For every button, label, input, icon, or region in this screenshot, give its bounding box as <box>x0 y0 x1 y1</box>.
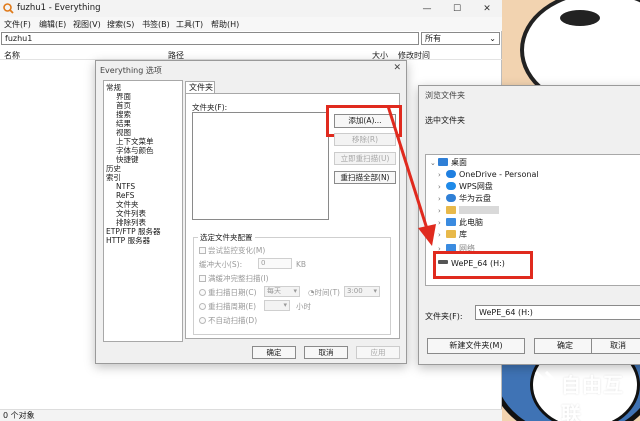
rescan-time-select[interactable]: 3:00 <box>344 286 380 297</box>
time-label: ◔时间(T) <box>308 288 340 297</box>
window-title: fuzhu1 - Everything <box>17 3 101 13</box>
menu-help[interactable]: 帮助(H) <box>211 19 239 30</box>
title-bar: fuzhu1 - Everything — ☐ ✕ <box>0 0 502 17</box>
rescan-period-select[interactable] <box>264 300 290 311</box>
tree-item-file-lists[interactable]: 文件列表 <box>116 209 146 218</box>
cloud-icon <box>446 194 456 202</box>
close-button[interactable]: ✕ <box>472 0 502 17</box>
options-tree[interactable]: 常规 界面 首页 搜索 结果 视图 上下文菜单 字体与颜色 快捷键 历史 索引 … <box>103 80 183 342</box>
buffer-size-label: 缓冲大小(S): <box>199 260 243 269</box>
tree-item-exclude[interactable]: 排除列表 <box>116 218 146 227</box>
menu-search[interactable]: 搜索(S) <box>107 19 134 30</box>
dialog-title: Everything 选项 <box>100 66 162 75</box>
menu-edit[interactable]: 编辑(E) <box>39 19 66 30</box>
cloud-icon <box>446 182 456 190</box>
filter-select[interactable]: 所有 ⌄ <box>421 32 500 45</box>
computer-icon <box>446 218 456 226</box>
buffer-size-input[interactable]: 0 <box>258 258 292 269</box>
no-auto-scan-radio[interactable]: 不自动扫描(D) <box>199 316 257 325</box>
new-folder-button[interactable]: 新建文件夹(M) <box>427 338 525 354</box>
tree-item-general[interactable]: 常规 <box>106 83 121 92</box>
tree-item-search[interactable]: 搜索 <box>116 110 131 119</box>
folder-list[interactable] <box>192 112 329 220</box>
watermark: 自由互联 <box>533 363 640 421</box>
folder-config-group: 选定文件夹配置 尝试监控变化(M) 缓冲大小(S): 0 KB 满缓冲完整扫描(… <box>193 232 391 335</box>
cancel-button[interactable]: 取消 <box>304 346 348 359</box>
chevron-down-icon: ⌄ <box>489 34 496 43</box>
search-input[interactable]: fuzhu1 <box>1 32 419 45</box>
red-arrow-annotation <box>386 105 436 246</box>
watermark-text: 自由互联 <box>561 373 624 421</box>
minimize-button[interactable]: — <box>412 0 442 17</box>
cloud-icon <box>446 170 456 178</box>
folder-field[interactable]: WePE_64 (H:) <box>475 305 640 320</box>
browse-folder-dialog: 浏览文件夹 选中文件夹 ⌄ 桌面 › OneDrive - Personal › WP… <box>418 85 640 365</box>
tree-item-this-pc[interactable]: › 此电脑 <box>438 218 483 228</box>
rescan-date-radio[interactable]: 重扫描日期(C) <box>199 288 257 297</box>
ok-button[interactable]: 确定 <box>252 346 296 359</box>
tree-item-ftp-server[interactable]: ETP/FTP 服务器 <box>106 227 161 236</box>
tree-item-huawei[interactable]: › 华为云盘 <box>438 194 491 204</box>
buffer-unit: KB <box>296 260 307 269</box>
ok-button[interactable]: 确定 <box>534 338 596 354</box>
tree-item-onedrive[interactable]: › OneDrive - Personal <box>438 170 539 180</box>
folder-icon <box>446 206 456 214</box>
tree-item-libraries[interactable]: › 库 <box>438 230 467 240</box>
column-header: 名称 路径 大小 修改时间 <box>0 47 502 60</box>
tree-item-history[interactable]: 历史 <box>106 164 121 173</box>
hour-label: 小时 <box>296 302 311 311</box>
tree-item-view[interactable]: 视图 <box>116 128 131 137</box>
tree-item-wps[interactable]: › WPS网盘 <box>438 182 493 192</box>
tree-item-http-server[interactable]: HTTP 服务器 <box>106 236 150 245</box>
everything-app-icon <box>3 3 14 14</box>
tree-item-ui[interactable]: 界面 <box>116 92 131 101</box>
monitor-checkbox[interactable]: 尝试监控变化(M) <box>199 246 265 255</box>
tree-item-fonts-colors[interactable]: 字体与颜色 <box>116 146 154 155</box>
filter-value: 所有 <box>425 34 441 43</box>
blurred-label <box>459 206 499 214</box>
folder-icon <box>446 230 456 238</box>
menu-bookmarks[interactable]: 书签(B) <box>142 19 170 30</box>
status-bar: 0 个对象 <box>0 409 502 421</box>
menu-bar: 文件(F) 编辑(E) 视图(V) 搜索(S) 书签(B) 工具(T) 帮助(H… <box>0 17 502 31</box>
tree-item-context-menu[interactable]: 上下文菜单 <box>116 137 154 146</box>
highlight-box <box>433 251 533 279</box>
maximize-button[interactable]: ☐ <box>442 0 472 17</box>
tree-item-home[interactable]: 首页 <box>116 101 131 110</box>
group-title: 选定文件夹配置 <box>198 232 255 243</box>
column-name[interactable]: 名称 <box>4 50 20 61</box>
rescan-period-radio[interactable]: 重扫描周期(E) <box>199 302 256 311</box>
tree-item-index[interactable]: 索引 <box>106 173 121 182</box>
menu-view[interactable]: 视图(V) <box>73 19 101 30</box>
apply-button[interactable]: 应用 <box>356 346 400 359</box>
tree-item-blurred[interactable]: › <box>438 206 499 216</box>
menu-file[interactable]: 文件(F) <box>4 19 31 30</box>
full-rescan-checkbox[interactable]: 满缓冲完整扫描(I) <box>199 274 269 283</box>
tree-item-results[interactable]: 结果 <box>116 119 131 128</box>
menu-tools[interactable]: 工具(T) <box>176 19 203 30</box>
tree-item-folders[interactable]: 文件夹 <box>116 200 139 209</box>
close-icon[interactable]: ✕ <box>393 63 401 73</box>
options-dialog: Everything 选项 ✕ 常规 界面 首页 搜索 结果 视图 上下文菜单 … <box>95 60 407 364</box>
tree-item-shortcuts[interactable]: 快捷键 <box>116 155 139 164</box>
rescan-day-select[interactable]: 每天 <box>264 286 300 297</box>
folder-field-label: 文件夹(F): <box>425 312 463 321</box>
tree-item-refs[interactable]: ReFS <box>116 191 134 200</box>
tree-item-ntfs[interactable]: NTFS <box>116 182 135 191</box>
cancel-button[interactable]: 取消 <box>591 338 640 354</box>
watermark-logo-icon <box>534 370 559 394</box>
